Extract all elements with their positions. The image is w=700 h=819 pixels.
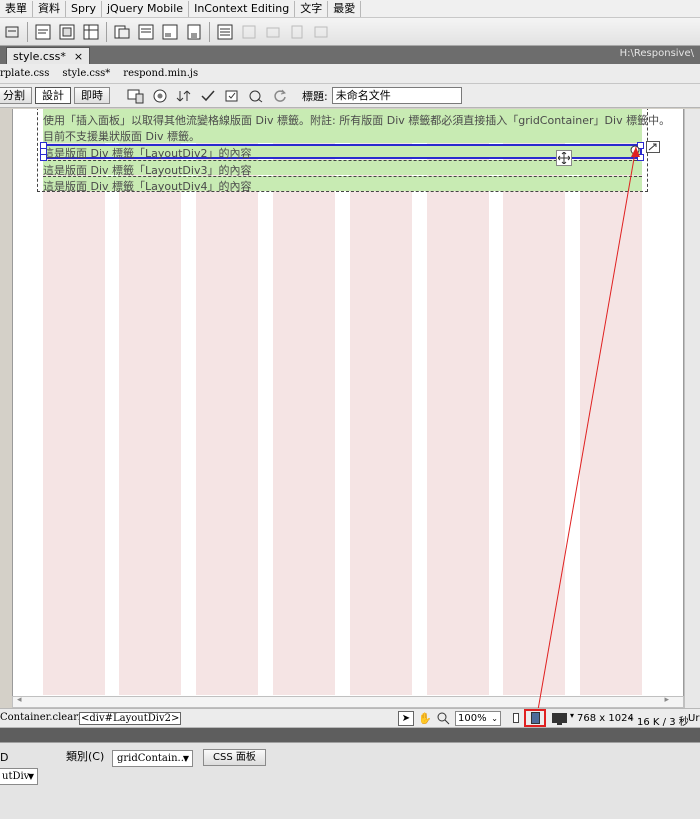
chevron-down-icon: ▼ xyxy=(27,772,34,781)
window-size[interactable]: 768 x 1024 xyxy=(577,713,634,724)
desktop-size-icon[interactable] xyxy=(551,712,569,729)
dreamweaver-window: 表單 資料 Spry jQuery Mobile InContext Editi… xyxy=(0,0,700,819)
zoom-select[interactable]: 100% ⌄ xyxy=(455,711,501,726)
css-panel-button[interactable]: CSS 面板 xyxy=(203,749,266,766)
hand-tool-icon[interactable]: ✋ xyxy=(418,712,432,725)
tablet-size-icon[interactable] xyxy=(524,709,546,727)
mobile-size-icon[interactable] xyxy=(513,713,519,723)
window-size-arrow-icon: ▾ xyxy=(570,711,575,720)
class-label: 類別(C) xyxy=(66,750,105,763)
encoding: Ur xyxy=(688,713,700,724)
select-tool-icon[interactable]: ➤ xyxy=(398,711,414,726)
properties-panel: D 類別(C) gridContain... ▼ CSS 面板 utDiv ▼ xyxy=(0,742,700,819)
zoom-value: 100% xyxy=(458,713,487,724)
chevron-down-icon: ▼ xyxy=(182,754,189,763)
document-size: 16 K / 3 秒 xyxy=(637,717,689,728)
id-label: D xyxy=(0,751,9,764)
status-bar: Container.clearfix> <div#LayoutDiv2> ➤ ✋… xyxy=(0,708,700,728)
id-value: utDiv xyxy=(2,771,30,782)
chevron-down-icon[interactable]: ⌄ xyxy=(627,712,635,722)
tag-selector-current[interactable]: <div#LayoutDiv2> xyxy=(79,712,182,725)
class-value: gridContain... xyxy=(117,753,188,764)
chevron-down-icon: ⌄ xyxy=(491,714,498,723)
properties-panel-header xyxy=(0,728,700,742)
annotation-arrow xyxy=(537,146,640,711)
class-select[interactable]: gridContain... ▼ xyxy=(112,750,193,767)
zoom-tool-icon[interactable] xyxy=(436,711,450,728)
id-select[interactable]: utDiv ▼ xyxy=(0,768,38,785)
tablet-icon xyxy=(530,712,540,724)
